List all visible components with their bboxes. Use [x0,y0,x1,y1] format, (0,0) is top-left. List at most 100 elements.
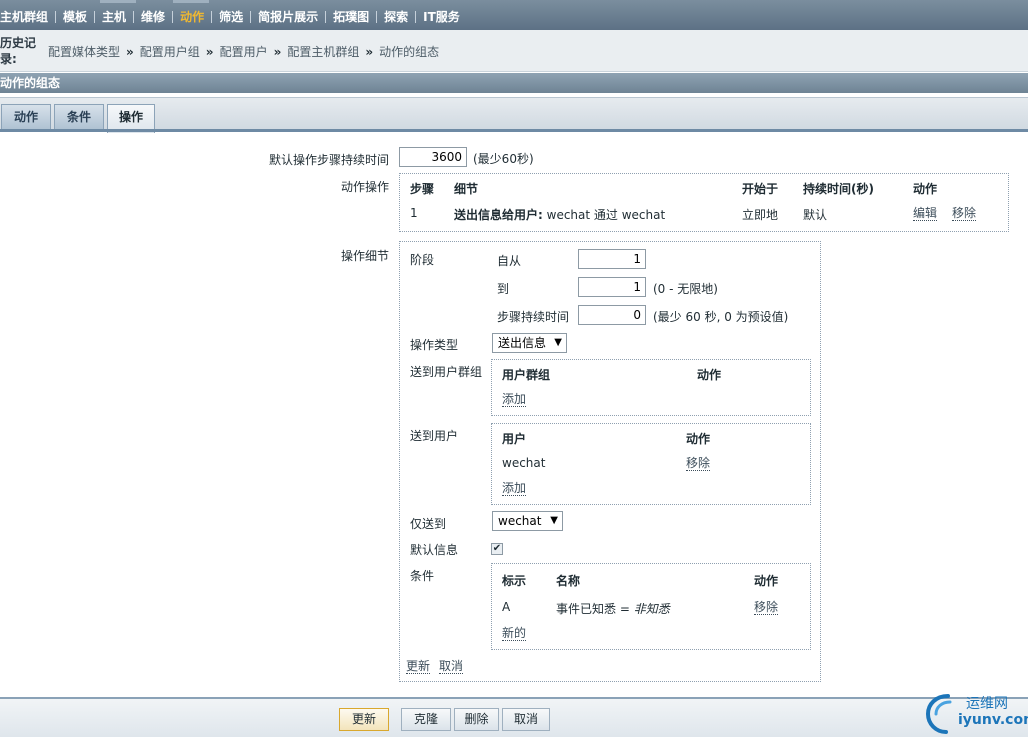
watermark-logo: 运维网 iyunv.com [922,690,1028,737]
nav-item-slideshows[interactable]: 简报片展示 [251,4,325,30]
users-row-name: wechat [502,456,546,470]
user-groups-header-group: 用户群组 [502,368,551,382]
ops-row-step: 1 [410,206,418,220]
default-message-checkbox[interactable]: ✔ [491,543,503,555]
ops-row-duration: 默认 [803,208,828,222]
nav-decor-strip [100,0,136,3]
breadcrumb: 配置媒体类型 » 配置用户组 » 配置用户 » 配置主机群组 » 动作的组态 [48,43,439,60]
tab-bar: 动作 条件 操作 [0,97,1028,133]
history-label-line1: 历史记 [0,36,37,50]
default-step-duration-hint: (最少60秒) [473,152,534,166]
nav-item-hosts[interactable]: 主机 [95,4,133,30]
step-to-input[interactable]: 1 [578,277,646,297]
ops-header-step: 步骤 [410,182,435,196]
step-from-input[interactable]: 1 [578,249,646,269]
details-cancel-link[interactable]: 取消 [439,659,464,674]
operation-type-select[interactable]: 送出信息 ▼ [492,333,567,353]
users-table: 用户 动作 wechat 移除 添加 [491,423,811,505]
nav-item-filters[interactable]: 筛选 [212,4,250,30]
ops-row-detail: 送出信息给用户: wechat 通过 wechat [454,206,665,223]
step-duration-hint: (最少 60 秒, 0 为预设值) [653,310,789,324]
ops-row-edit-link[interactable]: 编辑 [913,206,938,221]
step-from-label: 自从 [497,254,522,268]
history-bar: 历史记 录: 配置媒体类型 » 配置用户组 » 配置用户 » 配置主机群组 » … [0,30,1028,72]
operation-details-panel: 阶段 自从 1 到 1 (0 - 无限地) 步骤持续时间 0 (最少 60 秒,… [399,241,821,682]
dropdown-arrow-icon: ▼ [554,337,562,348]
stage-label: 阶段 [410,253,435,267]
details-update-link[interactable]: 更新 [406,659,431,674]
tab-conditions[interactable]: 条件 [54,104,104,130]
send-to-groups-label: 送到用户群组 [410,365,483,379]
users-header-user: 用户 [502,432,527,446]
operation-details-label: 操作细节 [341,249,390,263]
conditions-label: 条件 [410,569,435,583]
step-duration-input[interactable]: 0 [578,305,646,325]
breadcrumb-separator: » [365,44,374,59]
breadcrumb-item-current[interactable]: 动作的组态 [379,43,439,60]
form-footer: 更新 克隆 删除 取消 [0,697,1028,737]
ops-header-start: 开始于 [742,182,779,196]
watermark-line2: iyunv.com [958,712,1028,728]
conditions-header-action: 动作 [754,574,779,588]
nav-item-discovery[interactable]: 探索 [377,4,415,30]
user-groups-add-link[interactable]: 添加 [502,392,527,407]
conditions-table: 标示 名称 动作 A 事件已知悉 = 非知悉 移除 新的 [491,563,811,650]
operations-table: 步骤 细节 开始于 持续时间(秒) 动作 1 送出信息给用户: wechat 通… [399,173,1009,232]
conditions-row-name-text: 事件已知悉 = [556,602,634,616]
history-label-line2: 录: [0,52,17,66]
section-title: 动作的组态 [0,73,1028,93]
breadcrumb-separator: » [273,44,282,59]
update-button[interactable]: 更新 [339,708,389,731]
users-add-link[interactable]: 添加 [502,481,527,496]
user-groups-header-action: 动作 [697,368,722,382]
users-row-remove-link[interactable]: 移除 [686,456,711,471]
nav-item-host-groups[interactable]: 主机群组 [0,4,55,30]
ops-row-remove-link[interactable]: 移除 [952,206,977,221]
nav-item-maps[interactable]: 拓璞图 [326,4,376,30]
only-send-to-select[interactable]: wechat ▼ [492,511,563,531]
operations-label: 动作操作 [341,180,390,194]
default-step-duration-input[interactable]: 3600 [399,147,467,167]
tab-bar-underline [0,129,1028,132]
nav-item-maintenance[interactable]: 维修 [134,4,172,30]
breadcrumb-item[interactable]: 配置媒体类型 [48,43,120,60]
step-duration-label: 步骤持续时间 [497,310,570,324]
only-send-to-label: 仅送到 [410,517,447,531]
dropdown-arrow-icon: ▼ [550,515,558,526]
ops-header-action: 动作 [913,182,938,196]
history-label: 历史记 录: [0,35,36,67]
breadcrumb-item[interactable]: 配置用户组 [140,43,200,60]
nav-item-actions[interactable]: 动作 [173,4,211,30]
tab-action[interactable]: 动作 [1,104,51,130]
user-groups-table: 用户群组 动作 添加 [491,359,811,416]
default-message-label: 默认信息 [410,543,459,557]
breadcrumb-item[interactable]: 配置用户 [220,43,268,60]
breadcrumb-item[interactable]: 配置主机群组 [287,43,359,60]
nav-item-templates[interactable]: 模板 [56,4,94,30]
nav-item-it-services[interactable]: IT服务 [416,4,467,30]
cancel-button[interactable]: 取消 [502,708,550,731]
clone-button[interactable]: 克隆 [401,708,451,731]
watermark-line1: 运维网 [966,696,1008,712]
conditions-header-name: 名称 [556,574,581,588]
conditions-row-name: 事件已知悉 = 非知悉 [556,600,670,617]
conditions-header-id: 标示 [502,574,527,588]
delete-button[interactable]: 删除 [454,708,499,731]
only-send-to-value: wechat [498,514,542,528]
step-to-hint: (0 - 无限地) [653,282,718,296]
ops-row-start: 立即地 [742,208,779,222]
step-to-label: 到 [497,282,510,296]
ops-row-detail-bold: 送出信息给用户: [454,208,543,222]
default-step-duration-label: 默认操作步骤持续时间 [269,153,390,167]
checkmark-icon: ✔ [492,543,502,554]
conditions-new-link[interactable]: 新的 [502,626,527,641]
nav-menu: 主机群组 模板 主机 维修 动作 筛选 简报片展示 拓璞图 探索 IT服务 [0,4,467,30]
users-header-action: 动作 [686,432,711,446]
breadcrumb-separator: » [126,44,134,59]
ops-header-duration: 持续时间(秒) [803,182,874,196]
ops-row-detail-rest: wechat 通过 wechat [546,208,666,222]
ops-header-detail: 细节 [454,182,479,196]
top-navigation: 主机群组 模板 主机 维修 动作 筛选 简报片展示 拓璞图 探索 IT服务 [0,0,1028,30]
operation-type-label: 操作类型 [410,338,459,352]
conditions-row-remove-link[interactable]: 移除 [754,600,779,615]
